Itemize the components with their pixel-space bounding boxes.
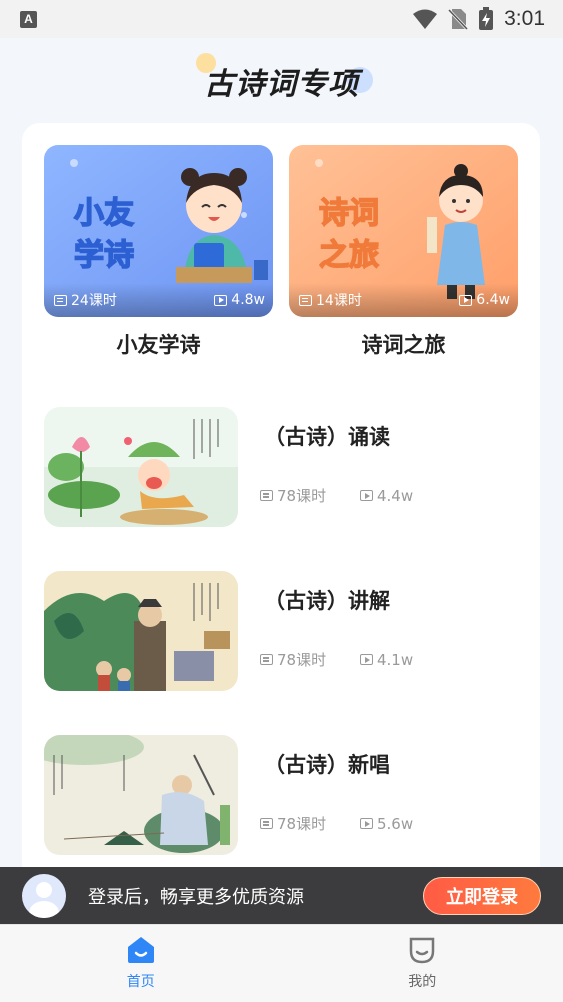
play-count-icon (459, 294, 473, 306)
battery-charging-icon (479, 7, 494, 30)
lessons-icon (299, 294, 312, 306)
lesson-count: 24课时 (71, 293, 117, 309)
home-icon (127, 937, 154, 963)
wifi-icon (413, 9, 438, 29)
tile-meta: 24课时 4.8w (44, 283, 273, 317)
notification-a-icon: A (20, 10, 37, 28)
lessons-icon (260, 490, 273, 501)
tile-meta: 14课时 6.4w (289, 283, 518, 317)
cover-text: 小友 学诗 (73, 195, 135, 274)
play-count-icon (360, 654, 373, 665)
course-card-container: 小友 学诗 24课时 4.8w 小友学诗 诗词 之旅 14课时 6.4w 诗词之… (22, 123, 540, 923)
view-count: 4.4w (377, 486, 414, 505)
course-thumbnail (44, 407, 238, 527)
login-button[interactable]: 立即登录 (423, 876, 541, 915)
featured-title: 诗词之旅 (361, 333, 446, 357)
course-thumbnail (44, 571, 238, 691)
featured-course-xiaoyou[interactable]: 小友 学诗 24课时 4.8w 小友学诗 (44, 145, 273, 359)
course-title: （古诗）讲解 (264, 589, 390, 613)
featured-title: 小友学诗 (116, 333, 201, 357)
nav-mine[interactable]: 我的 (282, 925, 563, 1002)
featured-cover: 诗词 之旅 14课时 6.4w (289, 145, 518, 317)
cover-text: 诗词 之旅 (318, 195, 380, 274)
lessons-icon (260, 654, 273, 665)
lesson-count: 78课时 (277, 815, 327, 833)
course-meta: 78课时 5.6w (260, 813, 460, 834)
page-title: 古诗词专项 (204, 66, 359, 102)
course-meta: 78课时 4.1w (260, 649, 460, 670)
bottom-nav: 首页 我的 (0, 924, 563, 1002)
nav-mine-label: 我的 (408, 974, 437, 990)
list-item[interactable]: （古诗）讲解 78课时 4.1w (44, 571, 524, 691)
login-banner: 登录后，畅享更多优质资源 立即登录 (0, 867, 563, 924)
clock: 3:01 (504, 7, 545, 30)
list-item[interactable]: （古诗）诵读 78课时 4.4w (44, 407, 524, 527)
view-count: 6.4w (476, 292, 510, 308)
featured-cover: 小友 学诗 24课时 4.8w (44, 145, 273, 317)
lessons-icon (260, 818, 273, 829)
view-count: 5.6w (377, 814, 414, 833)
play-count-icon (360, 490, 373, 501)
list-item[interactable]: （古诗）新唱 78课时 5.6w (44, 735, 524, 855)
lesson-count: 14课时 (316, 293, 362, 309)
lesson-count: 78课时 (277, 487, 327, 505)
nav-home-label: 首页 (126, 974, 155, 990)
course-title: （古诗）新唱 (264, 753, 390, 777)
course-meta: 78课时 4.4w (260, 485, 460, 506)
page-header: 古诗词专项 (0, 38, 563, 123)
view-count: 4.1w (377, 650, 414, 669)
view-count: 4.8w (231, 292, 265, 308)
avatar (22, 873, 66, 918)
featured-course-shici[interactable]: 诗词 之旅 14课时 6.4w 诗词之旅 (289, 145, 518, 359)
play-count-icon (214, 294, 228, 306)
nav-home[interactable]: 首页 (0, 925, 282, 1002)
status-bar: A 3:01 (0, 0, 563, 38)
login-prompt-text: 登录后，畅享更多优质资源 (88, 886, 304, 908)
profile-icon (410, 937, 435, 964)
play-count-icon (360, 818, 373, 829)
course-thumbnail (44, 735, 238, 855)
lessons-icon (54, 294, 67, 306)
course-title: （古诗）诵读 (264, 425, 390, 449)
no-sim-icon (448, 8, 469, 30)
lesson-count: 78课时 (277, 651, 327, 669)
